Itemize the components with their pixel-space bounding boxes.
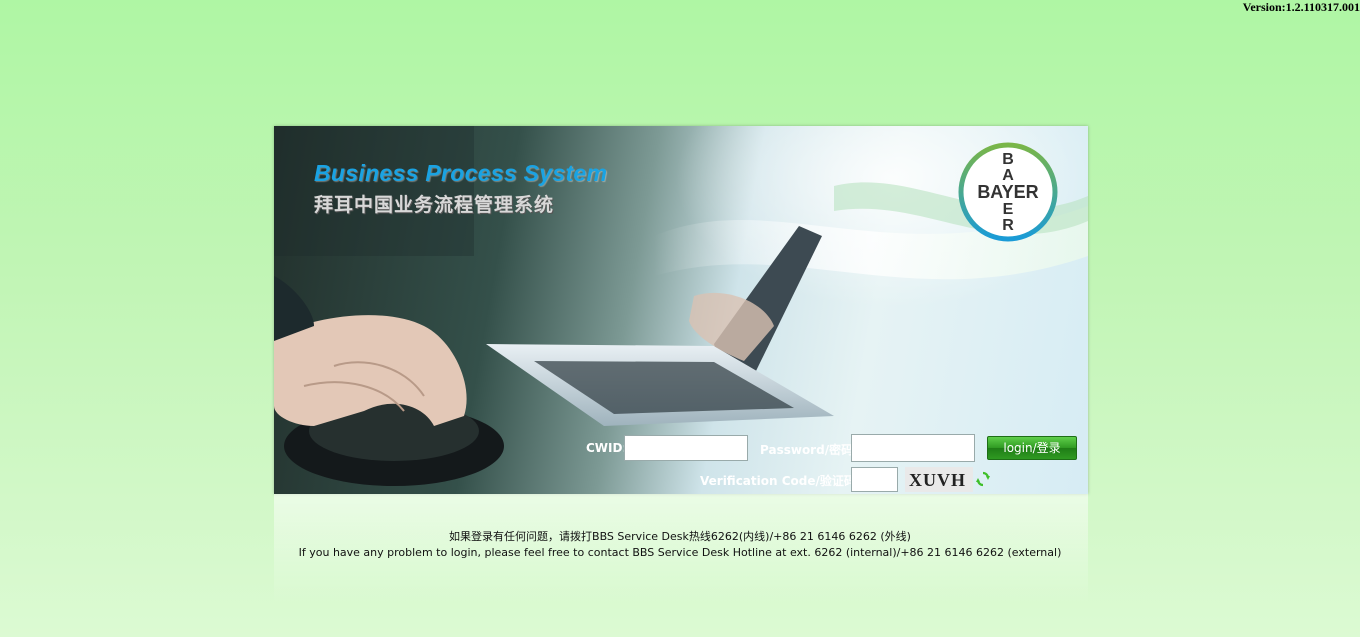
captcha-image: XUVH <box>905 467 973 492</box>
app-title-en: Business Process System <box>314 160 608 186</box>
logo-word: BAYER <box>977 182 1038 202</box>
version-label: Version:1.2.110317.001 <box>1242 0 1360 14</box>
support-text-en: If you have any problem to login, please… <box>298 546 1062 559</box>
support-text-cn: 如果登录有任何问题，请拨打BBS Service Desk热线6262(内线)/… <box>449 530 911 543</box>
refresh-icon[interactable] <box>976 471 990 487</box>
verification-label: Verification Code/验证码: <box>700 474 861 488</box>
verification-input[interactable] <box>851 467 898 492</box>
password-label: Password/密码: <box>760 443 858 457</box>
cwid-input[interactable] <box>624 435 748 461</box>
login-panel: Business Process System 拜耳中国业务流程管理系统 B A… <box>274 126 1088 494</box>
login-button[interactable]: login/登录 <box>987 436 1077 460</box>
logo-letter: E <box>1003 201 1014 218</box>
cwid-label: CWID: <box>586 441 628 455</box>
logo-letter: B <box>1002 151 1014 168</box>
password-input[interactable] <box>851 434 975 462</box>
logo-letter: R <box>1002 217 1014 234</box>
app-title-cn: 拜耳中国业务流程管理系统 <box>314 194 555 216</box>
bayer-cross-logo: B A BAYER E R <box>958 142 1058 242</box>
